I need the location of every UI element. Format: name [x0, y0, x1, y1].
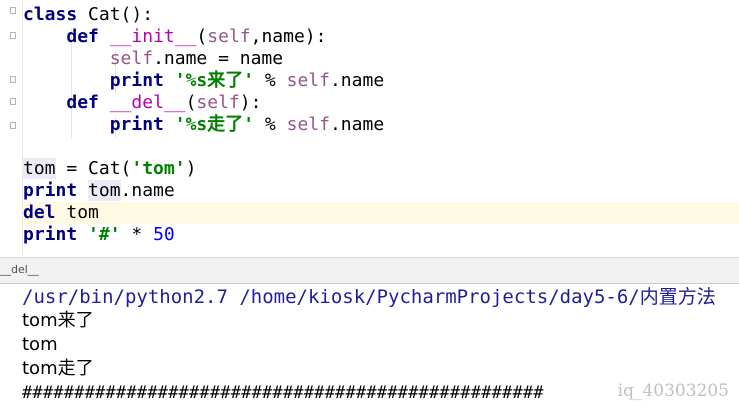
fold-marker-icon[interactable]: [10, 122, 16, 129]
code-line-4[interactable]: print '%s来了' % self.name: [23, 70, 739, 92]
console-output-line: tom走了: [22, 358, 94, 379]
code-line-10-current[interactable]: del tom: [23, 202, 739, 224]
console-command-line: /usr/bin/python2.7 /home/kiosk/PycharmPr…: [22, 286, 716, 308]
console-output-line: tom: [22, 334, 58, 355]
code-line-1[interactable]: class Cat():: [23, 4, 739, 26]
breadcrumb-bar: __del__: [0, 257, 739, 284]
code-line-8[interactable]: tom = Cat('tom'): [23, 158, 739, 180]
fold-marker-icon[interactable]: [10, 76, 16, 83]
code-editor[interactable]: class Cat(): def __init__(self,name): se…: [0, 0, 739, 257]
watermark: iq_40303205: [617, 381, 729, 401]
code-line-3[interactable]: self.name = name: [23, 48, 739, 70]
fold-marker-icon[interactable]: [10, 7, 16, 14]
console-output-line: ########################################…: [22, 383, 544, 403]
breadcrumb-item[interactable]: __del__: [0, 263, 39, 276]
fold-marker-icon[interactable]: [10, 98, 16, 105]
code-line-11[interactable]: print '#' * 50: [23, 224, 739, 246]
console-output-line: tom来了: [22, 310, 94, 331]
code-line-5[interactable]: def __del__(self):: [23, 92, 739, 114]
fold-marker-icon[interactable]: [10, 32, 16, 39]
code-line-9[interactable]: print tom.name: [23, 180, 739, 202]
code-line-6[interactable]: print '%s走了' % self.name: [23, 114, 739, 136]
run-console[interactable]: /usr/bin/python2.7 /home/kiosk/PycharmPr…: [0, 284, 739, 411]
editor-gutter[interactable]: [0, 0, 22, 257]
code-line-2[interactable]: def __init__(self,name):: [23, 26, 739, 48]
